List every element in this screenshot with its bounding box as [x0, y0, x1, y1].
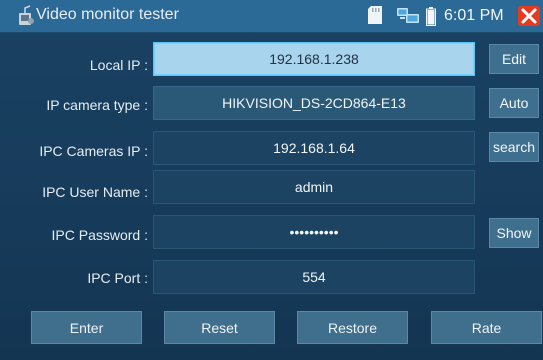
enter-button[interactable]: Enter: [31, 311, 142, 344]
clock: 6:01 PM: [444, 7, 504, 24]
camera-ip-field[interactable]: 192.168.1.64: [153, 131, 475, 165]
rate-button[interactable]: Rate: [431, 311, 542, 344]
restore-button[interactable]: Restore: [297, 311, 408, 344]
local-ip-field[interactable]: 192.168.1.238: [153, 42, 475, 76]
port-field[interactable]: 554: [153, 260, 475, 294]
user-name-field[interactable]: admin: [153, 170, 475, 204]
app-title: Video monitor tester: [36, 6, 179, 23]
local-ip-label: Local IP :: [89, 57, 148, 73]
edit-button[interactable]: Edit: [489, 44, 539, 74]
battery-icon: [426, 7, 436, 26]
camera-type-field[interactable]: HIKVISION_DS-2CD864-E13: [153, 86, 475, 120]
search-button[interactable]: search: [489, 132, 539, 162]
password-label: IPC Password :: [51, 227, 148, 243]
status-bar: Video monitor tester 6:01 PM: [0, 0, 543, 33]
close-icon[interactable]: [518, 6, 540, 26]
reset-button[interactable]: Reset: [164, 311, 275, 344]
camera-type-label: IP camera type :: [46, 97, 148, 113]
port-label: IPC Port :: [87, 270, 148, 286]
tester-icon: [19, 5, 34, 25]
show-password-button[interactable]: Show: [489, 218, 539, 248]
app-screen: Video monitor tester 6:01 PM Local IP : …: [0, 0, 543, 360]
auto-button[interactable]: Auto: [489, 88, 539, 118]
camera-ip-label: IPC Cameras IP :: [39, 143, 148, 159]
user-name-label: IPC User Name :: [42, 184, 148, 200]
sd-card-icon: [368, 6, 382, 24]
network-icon: [397, 8, 419, 23]
password-field[interactable]: ••••••••••: [153, 215, 475, 249]
